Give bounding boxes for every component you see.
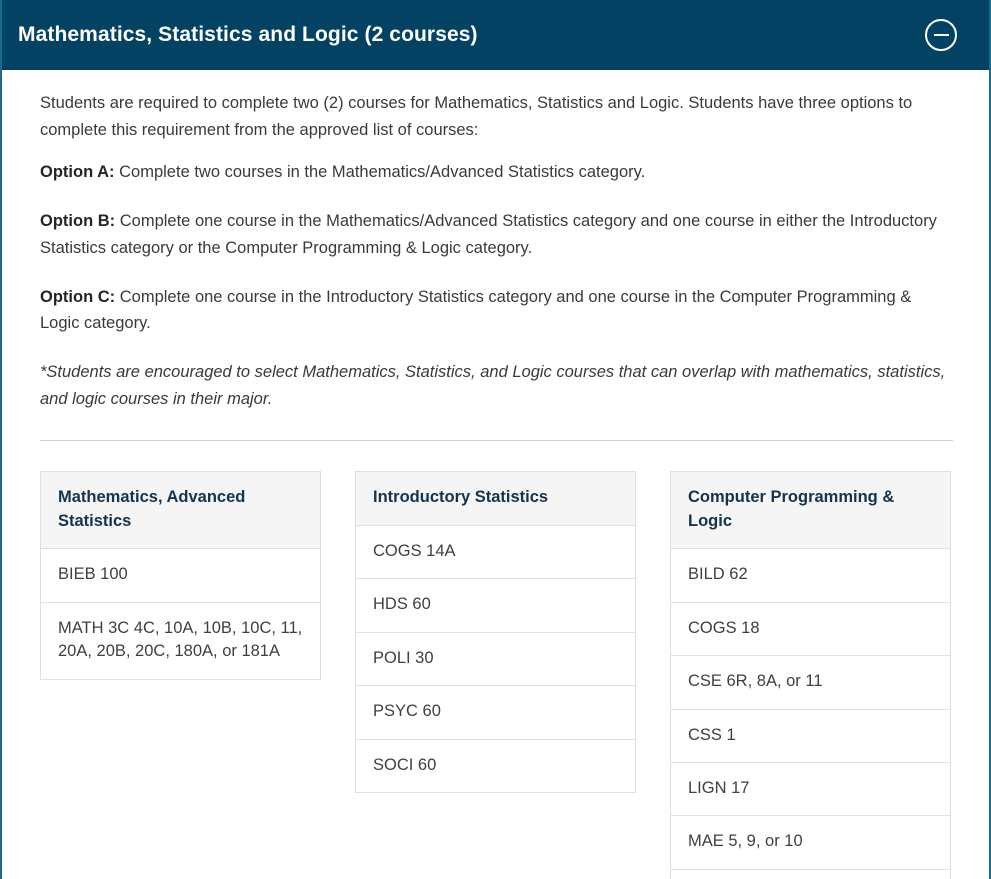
table-row: BIEB 100: [41, 549, 320, 602]
course-table-introductory-statistics: Introductory Statistics COGS 14A HDS 60 …: [355, 471, 636, 793]
option-b-paragraph: Option B: Complete one course in the Mat…: [40, 208, 951, 261]
accordion-panel: Mathematics, Statistics and Logic (2 cou…: [0, 0, 991, 879]
panel-header[interactable]: Mathematics, Statistics and Logic (2 cou…: [0, 0, 991, 70]
table-row: COGS 18: [671, 603, 950, 656]
table-row: PSYC 60: [356, 686, 635, 739]
table-header: Computer Programming & Logic: [671, 472, 950, 549]
intro-paragraph: Students are required to complete two (2…: [40, 90, 951, 143]
table-row: CSS 1: [671, 710, 950, 763]
course-tables-row: Mathematics, Advanced Statistics BIEB 10…: [40, 441, 951, 879]
option-c-text: Complete one course in the Introductory …: [40, 288, 911, 333]
table-header: Mathematics, Advanced Statistics: [41, 472, 320, 549]
table-row: MAE 5, 9, or 10: [671, 816, 950, 869]
table-row: SOCI 60: [356, 740, 635, 793]
table-row: CSE 6R, 8A, or 11: [671, 656, 950, 709]
minus-circle-icon[interactable]: [925, 19, 957, 51]
option-c-paragraph: Option C: Complete one course in the Int…: [40, 284, 951, 337]
table-row: POLI 30: [356, 633, 635, 686]
panel-body: Students are required to complete two (2…: [2, 70, 989, 879]
table-row: MATH 3C 4C, 10A, 10B, 10C, 11, 20A, 20B,…: [41, 603, 320, 680]
option-b-label: Option B:: [40, 212, 115, 230]
option-a-label: Option A:: [40, 163, 115, 181]
table-header: Introductory Statistics: [356, 472, 635, 525]
option-a-paragraph: Option A: Complete two courses in the Ma…: [40, 159, 951, 186]
note-paragraph: *Students are encouraged to select Mathe…: [40, 359, 951, 412]
table-row: PHIL 10 or 12: [671, 870, 950, 879]
option-b-text: Complete one course in the Mathematics/A…: [40, 212, 937, 257]
table-row: HDS 60: [356, 579, 635, 632]
table-row: COGS 14A: [356, 526, 635, 579]
course-table-mathematics-advanced-statistics: Mathematics, Advanced Statistics BIEB 10…: [40, 471, 321, 679]
page-title: Mathematics, Statistics and Logic (2 cou…: [18, 22, 478, 47]
table-row: BILD 62: [671, 549, 950, 602]
table-row: LIGN 17: [671, 763, 950, 816]
course-table-computer-programming-logic: Computer Programming & Logic BILD 62 COG…: [670, 471, 951, 879]
option-c-label: Option C:: [40, 288, 115, 306]
option-a-text: Complete two courses in the Mathematics/…: [115, 163, 646, 181]
minus-bar: [934, 34, 949, 36]
